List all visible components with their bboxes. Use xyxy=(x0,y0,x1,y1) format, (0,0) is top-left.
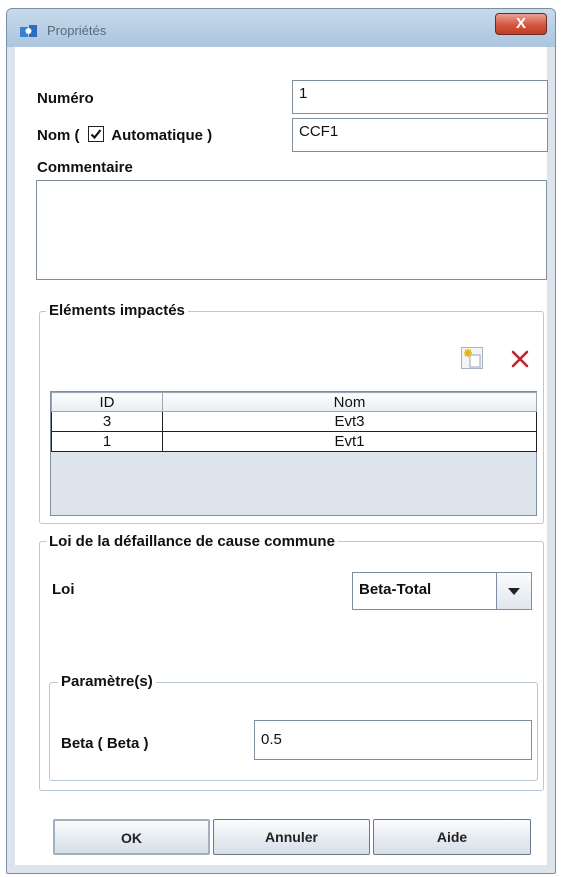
delete-row-icon xyxy=(511,350,529,368)
table-cell-nom[interactable]: Evt1 xyxy=(162,431,537,452)
dropdown-arrow-icon xyxy=(508,588,520,595)
loi-label: Loi xyxy=(52,581,75,598)
column-header-id[interactable]: ID xyxy=(51,392,163,412)
loi-select[interactable]: Beta-Total xyxy=(352,572,532,610)
window-title: Propriétés xyxy=(47,23,107,38)
table-cell-id[interactable]: 3 xyxy=(51,411,163,432)
app-icon xyxy=(19,23,39,39)
add-row-icon xyxy=(461,347,483,369)
table-row[interactable]: 3 Evt3 xyxy=(51,411,537,432)
parameters-title: Paramètre(s) xyxy=(58,673,156,690)
commentaire-textarea[interactable] xyxy=(36,180,547,280)
close-icon: X xyxy=(515,15,526,32)
table-row[interactable]: 1 Evt1 xyxy=(51,431,537,452)
ok-button[interactable]: OK xyxy=(53,819,210,855)
add-row-button[interactable] xyxy=(460,346,484,370)
table-cell-nom[interactable]: Evt3 xyxy=(162,411,537,432)
nom-label: Nom ( Automatique ) xyxy=(37,126,212,144)
help-button[interactable]: Aide xyxy=(373,819,531,855)
automatique-checkbox[interactable] xyxy=(87,126,104,142)
nom-label-prefix: Nom ( xyxy=(37,127,80,144)
law-title: Loi de la défaillance de cause commune xyxy=(46,533,338,550)
numero-field[interactable]: 1 xyxy=(292,80,548,114)
close-button[interactable]: X xyxy=(495,13,547,35)
table-cell-id[interactable]: 1 xyxy=(51,431,163,452)
beta-field[interactable]: 0.5 xyxy=(254,720,532,760)
cancel-button[interactable]: Annuler xyxy=(213,819,370,855)
impacted-elements-title: Eléments impactés xyxy=(46,302,188,319)
commentaire-label: Commentaire xyxy=(37,159,133,176)
loi-dropdown-button[interactable] xyxy=(496,573,531,609)
impacted-table: ID Nom 3 Evt3 1 Evt1 xyxy=(50,391,537,516)
beta-label: Beta ( Beta ) xyxy=(61,735,149,752)
title-bar[interactable]: Propriétés X xyxy=(7,9,555,47)
nom-field[interactable]: CCF1 xyxy=(292,118,548,152)
automatique-label: Automatique ) xyxy=(111,127,213,144)
check-icon xyxy=(90,129,102,140)
loi-select-value: Beta-Total xyxy=(359,581,432,598)
delete-row-button[interactable] xyxy=(508,347,532,371)
numero-label: Numéro xyxy=(37,90,94,107)
column-header-nom[interactable]: Nom xyxy=(162,392,537,412)
